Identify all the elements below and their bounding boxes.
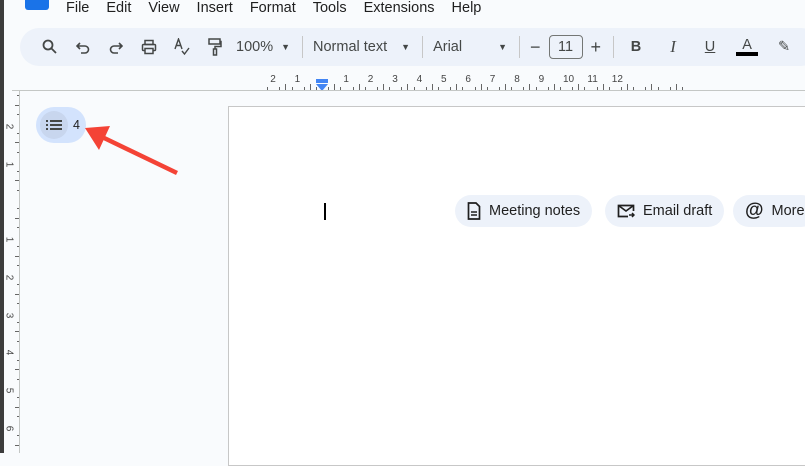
ruler-label: 4 bbox=[3, 349, 15, 356]
document-icon bbox=[467, 202, 481, 220]
ruler-label: 8 bbox=[514, 74, 520, 85]
menu-tools[interactable]: Tools bbox=[313, 0, 347, 18]
menu-edit[interactable]: Edit bbox=[106, 0, 131, 18]
ruler-label: 2 bbox=[3, 274, 15, 281]
chip-label: Meeting notes bbox=[489, 203, 581, 219]
italic-button[interactable]: I bbox=[661, 33, 685, 61]
ruler-label: 6 bbox=[3, 425, 15, 432]
ruler-label: 10 bbox=[563, 74, 575, 85]
toolbar: 100% ▼ Normal text ▼ Arial ▼ − 11 + B I U A… bbox=[20, 28, 805, 66]
menu-bar: File Edit View Insert Format Tools Exten… bbox=[66, 0, 498, 18]
text-color-button[interactable]: A bbox=[735, 33, 759, 61]
underline-button[interactable]: U bbox=[698, 33, 722, 61]
ruler-label: 6 bbox=[465, 74, 471, 85]
text-cursor bbox=[324, 203, 326, 220]
divider bbox=[302, 36, 304, 58]
outline-count: 4 bbox=[73, 118, 80, 132]
paint-format-icon[interactable] bbox=[203, 33, 227, 61]
color-swatch bbox=[736, 52, 759, 56]
ruler-divider bbox=[19, 91, 20, 453]
spellcheck-icon[interactable] bbox=[170, 33, 194, 61]
increase-font-size-button[interactable]: + bbox=[591, 37, 602, 58]
font-size-input[interactable]: 11 bbox=[548, 35, 583, 59]
ruler-label: 7 bbox=[489, 74, 496, 85]
menu-view[interactable]: View bbox=[148, 0, 179, 18]
docs-logo[interactable] bbox=[25, 0, 49, 10]
indent-marker[interactable] bbox=[316, 78, 328, 91]
email-icon bbox=[617, 204, 635, 218]
menu-help[interactable]: Help bbox=[452, 0, 482, 18]
ruler-label: 5 bbox=[3, 387, 15, 394]
ruler-label: 2 bbox=[270, 74, 276, 85]
menu-insert[interactable]: Insert bbox=[197, 0, 233, 18]
divider bbox=[613, 36, 615, 58]
ruler-label: 2 bbox=[3, 123, 15, 130]
redo-icon[interactable] bbox=[104, 33, 128, 61]
style-value: Normal text bbox=[313, 39, 388, 55]
decrease-font-size-button[interactable]: − bbox=[530, 37, 541, 58]
ruler-label: 3 bbox=[392, 74, 398, 85]
highlight-pen-icon[interactable]: ✎ bbox=[772, 33, 796, 61]
zoom-value: 100% bbox=[236, 39, 274, 55]
ruler-label: 1 bbox=[3, 236, 15, 243]
chip-label: Email draft bbox=[643, 203, 713, 219]
ruler-label: 11 bbox=[587, 74, 598, 85]
ruler-label: 9 bbox=[538, 74, 545, 85]
vertical-ruler[interactable]: 2 1 1 2 3 4 5 6 bbox=[3, 91, 20, 453]
bold-button[interactable]: B bbox=[624, 33, 648, 61]
print-icon[interactable] bbox=[137, 33, 161, 61]
divider bbox=[519, 36, 521, 58]
ruler-label: 1 bbox=[294, 74, 301, 85]
ruler-label: 3 bbox=[3, 312, 15, 319]
document-page[interactable] bbox=[228, 106, 805, 466]
ruler-label: 2 bbox=[367, 74, 374, 85]
list-icon bbox=[40, 111, 68, 139]
search-icon[interactable] bbox=[38, 33, 62, 61]
ruler-label: 1 bbox=[343, 74, 349, 85]
more-chip[interactable]: @ More bbox=[733, 195, 805, 227]
font-dropdown[interactable]: Arial ▼ bbox=[433, 39, 507, 55]
document-outline-button[interactable]: 4 bbox=[36, 107, 86, 143]
ruler-label: 12 bbox=[611, 74, 623, 85]
style-dropdown[interactable]: Normal text ▼ bbox=[313, 39, 410, 55]
caret-down-icon: ▼ bbox=[281, 42, 291, 52]
zoom-dropdown[interactable]: 100% ▼ bbox=[236, 39, 290, 55]
ruler-label: 5 bbox=[441, 74, 447, 85]
font-value: Arial bbox=[433, 39, 463, 55]
annotation-arrow bbox=[85, 126, 178, 176]
ruler-divider bbox=[12, 90, 805, 91]
horizontal-ruler[interactable]: 2 1 1 2 3 4 5 6 7 8 9 10 11 12 bbox=[228, 72, 805, 92]
undo-icon[interactable] bbox=[71, 33, 95, 61]
at-icon: @ bbox=[745, 200, 764, 221]
divider bbox=[422, 36, 424, 58]
ruler-label: 4 bbox=[416, 74, 423, 85]
caret-down-icon: ▼ bbox=[401, 42, 411, 52]
ruler-label: 1 bbox=[3, 161, 15, 168]
chip-label: More bbox=[771, 203, 805, 219]
caret-down-icon: ▼ bbox=[498, 42, 508, 52]
menu-file[interactable]: File bbox=[66, 0, 89, 18]
menu-extensions[interactable]: Extensions bbox=[364, 0, 435, 18]
menu-format[interactable]: Format bbox=[250, 0, 296, 18]
text-color-label: A bbox=[742, 37, 752, 53]
meeting-notes-chip[interactable]: Meeting notes bbox=[455, 195, 593, 227]
email-draft-chip[interactable]: Email draft bbox=[605, 195, 725, 227]
